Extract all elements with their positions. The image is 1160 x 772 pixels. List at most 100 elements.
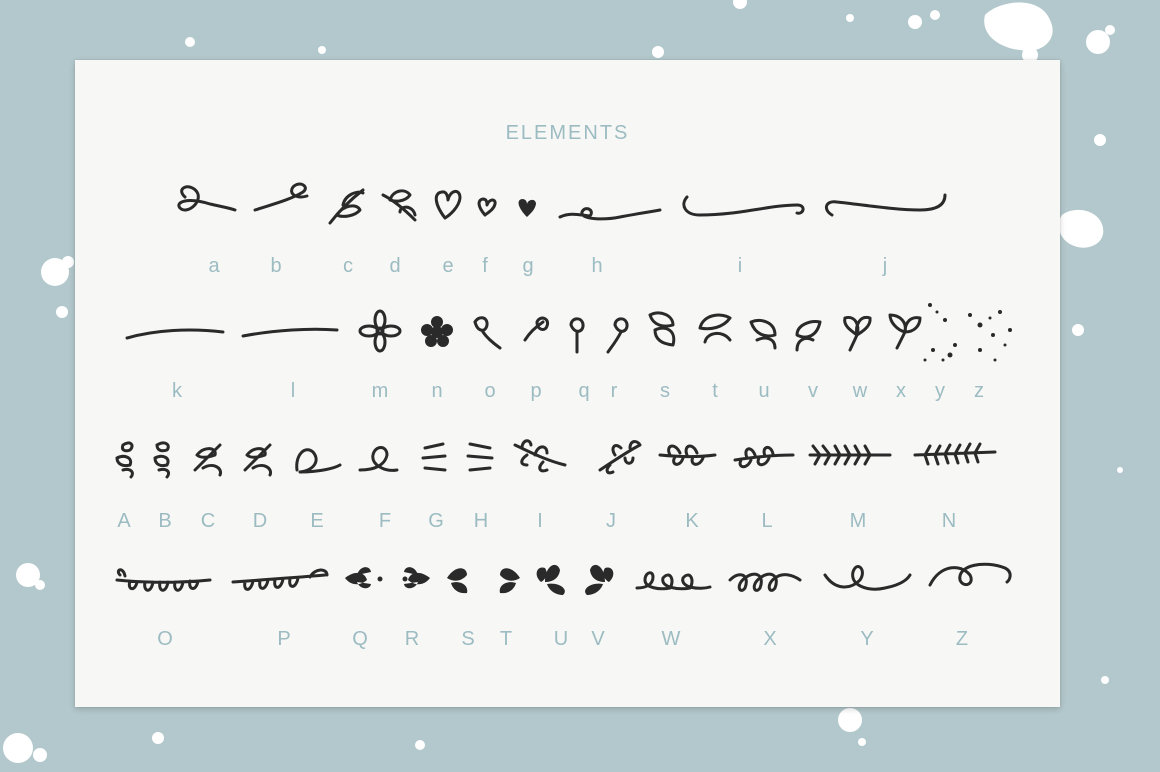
loop-wave-icon-X xyxy=(728,572,802,592)
label-row-4: O P Q R S T U V W X Y Z xyxy=(75,628,1060,658)
leaf-sprig-icon-D xyxy=(243,443,273,477)
daisy-flower-icon-m xyxy=(358,309,402,353)
rosehip-icon-r xyxy=(606,317,629,354)
label-row-2: k l m n o p q r s t u v w x y z xyxy=(75,380,1060,410)
glyph-label: o xyxy=(484,380,496,402)
leaf-dot-icon-R xyxy=(402,567,430,589)
leaf-sprig-icon-d xyxy=(381,189,417,222)
glyph-label: M xyxy=(849,510,867,532)
dash-strokes-icon-G xyxy=(421,442,447,472)
berry-sprig-icon-p xyxy=(523,316,550,342)
flourish-line-icon-j xyxy=(824,193,947,217)
glyph-label: f xyxy=(482,255,488,277)
glyph-label: D xyxy=(252,510,268,532)
fern-branch-icon-M xyxy=(808,444,892,466)
glyph-label: t xyxy=(712,380,718,402)
glyph-label: P xyxy=(277,628,291,650)
glyph-label: K xyxy=(685,510,699,532)
berry-sprig-icon-o xyxy=(473,316,502,350)
ornament-row-3 xyxy=(115,439,997,479)
leaf-vine-icon-O xyxy=(115,568,212,592)
fern-branch-icon-N xyxy=(913,442,997,466)
glyph-label: y xyxy=(935,380,945,402)
leaf-fan-icon-v xyxy=(795,320,822,352)
leaf-branch-icon-K xyxy=(658,444,717,466)
leaf-curl-icon-F xyxy=(358,446,399,472)
glyph-label: C xyxy=(200,510,216,532)
dash-strokes-icon-H xyxy=(466,442,494,472)
splatter-dots-icon-z xyxy=(968,310,1012,362)
glyph-label: F xyxy=(378,510,392,532)
heart-outline-icon-e xyxy=(434,190,462,220)
glyph-label: X xyxy=(763,628,777,650)
splatter-dots-icon-y xyxy=(923,303,957,362)
glyph-label: x xyxy=(896,380,906,402)
loop-wave-icon-W xyxy=(635,571,712,591)
leaf-pair-icon-t xyxy=(698,313,732,344)
glyph-label: B xyxy=(158,510,172,532)
leaf-sprig-icon-c xyxy=(328,188,365,225)
flourish-line-icon-k xyxy=(125,328,225,340)
glyph-label: Z xyxy=(955,628,969,650)
glyph-label: u xyxy=(758,380,770,402)
glyph-label: H xyxy=(473,510,489,532)
glyph-label: e xyxy=(442,255,454,277)
glyph-label: V xyxy=(591,628,605,650)
petal-fan-icon-U xyxy=(536,564,565,595)
glyph-label: z xyxy=(974,380,984,402)
glyph-label: Q xyxy=(352,628,368,650)
ornament-row-4 xyxy=(115,562,1012,595)
ornament-row-2 xyxy=(125,303,1012,362)
glyph-label: T xyxy=(499,628,513,650)
glyph-label: G xyxy=(428,510,444,532)
glyph-label: w xyxy=(852,380,868,402)
leaf-branch-icon-I xyxy=(513,439,567,473)
leaf-dot-icon-Q xyxy=(345,567,383,589)
glyph-label: j xyxy=(882,255,888,277)
glyph-label: q xyxy=(578,380,590,402)
leaf-group-icon-A xyxy=(115,441,134,479)
glyph-label: r xyxy=(610,380,618,402)
glyph-label: I xyxy=(537,510,543,532)
glyph-label: E xyxy=(310,510,324,532)
glyph-label: R xyxy=(404,628,420,650)
flourish-loop-icon-Y xyxy=(823,565,912,591)
butterfly-leaf-icon-x xyxy=(888,313,922,350)
glyph-label: U xyxy=(553,628,569,650)
swirl-ornament-icon-b xyxy=(253,182,309,212)
leaf-pair-icon-S xyxy=(447,568,468,594)
glyph-label: O xyxy=(157,628,173,650)
glyph-label: l xyxy=(290,380,296,402)
elements-card: ELEMENTS a b c d e f g h i j k l m n o p… xyxy=(75,60,1060,707)
glyph-label: a xyxy=(208,255,220,277)
rosehip-icon-q xyxy=(569,317,585,354)
leaf-pair-icon-T xyxy=(499,568,520,594)
glyph-label: J xyxy=(606,510,616,532)
flourish-line-icon-i xyxy=(682,195,805,217)
glyph-label: m xyxy=(371,380,389,402)
page-title: ELEMENTS xyxy=(505,122,630,144)
leaf-curl-icon-E xyxy=(295,448,342,474)
leaf-pair-icon-s xyxy=(648,311,676,347)
label-row-3: A B C D E F G H I J K L M N xyxy=(75,510,1060,540)
flourish-loop-icon-Z xyxy=(928,562,1012,587)
glyph-label: k xyxy=(172,380,182,402)
glyph-label: N xyxy=(941,510,957,532)
glyph-label: h xyxy=(591,255,603,277)
label-row-1: a b c d e f g h i j xyxy=(75,255,1060,285)
butterfly-leaf-icon-w xyxy=(843,315,872,352)
leaf-branch-icon-L xyxy=(733,446,795,469)
glyph-label: n xyxy=(431,380,443,402)
glyph-label: s xyxy=(660,380,670,402)
glyph-label: A xyxy=(117,510,131,532)
heart-filled-icon-g xyxy=(518,199,536,217)
glyph-label: b xyxy=(270,255,282,277)
heart-outline-icon-f xyxy=(477,197,497,217)
glyph-label: g xyxy=(522,255,534,277)
glyph-label: W xyxy=(661,628,681,650)
leaf-group-icon-B xyxy=(153,441,171,479)
glyph-label: d xyxy=(389,255,401,277)
leaf-sprig-icon-C xyxy=(193,443,223,477)
glyph-label: p xyxy=(530,380,542,402)
leaf-fan-icon-u xyxy=(749,319,777,350)
